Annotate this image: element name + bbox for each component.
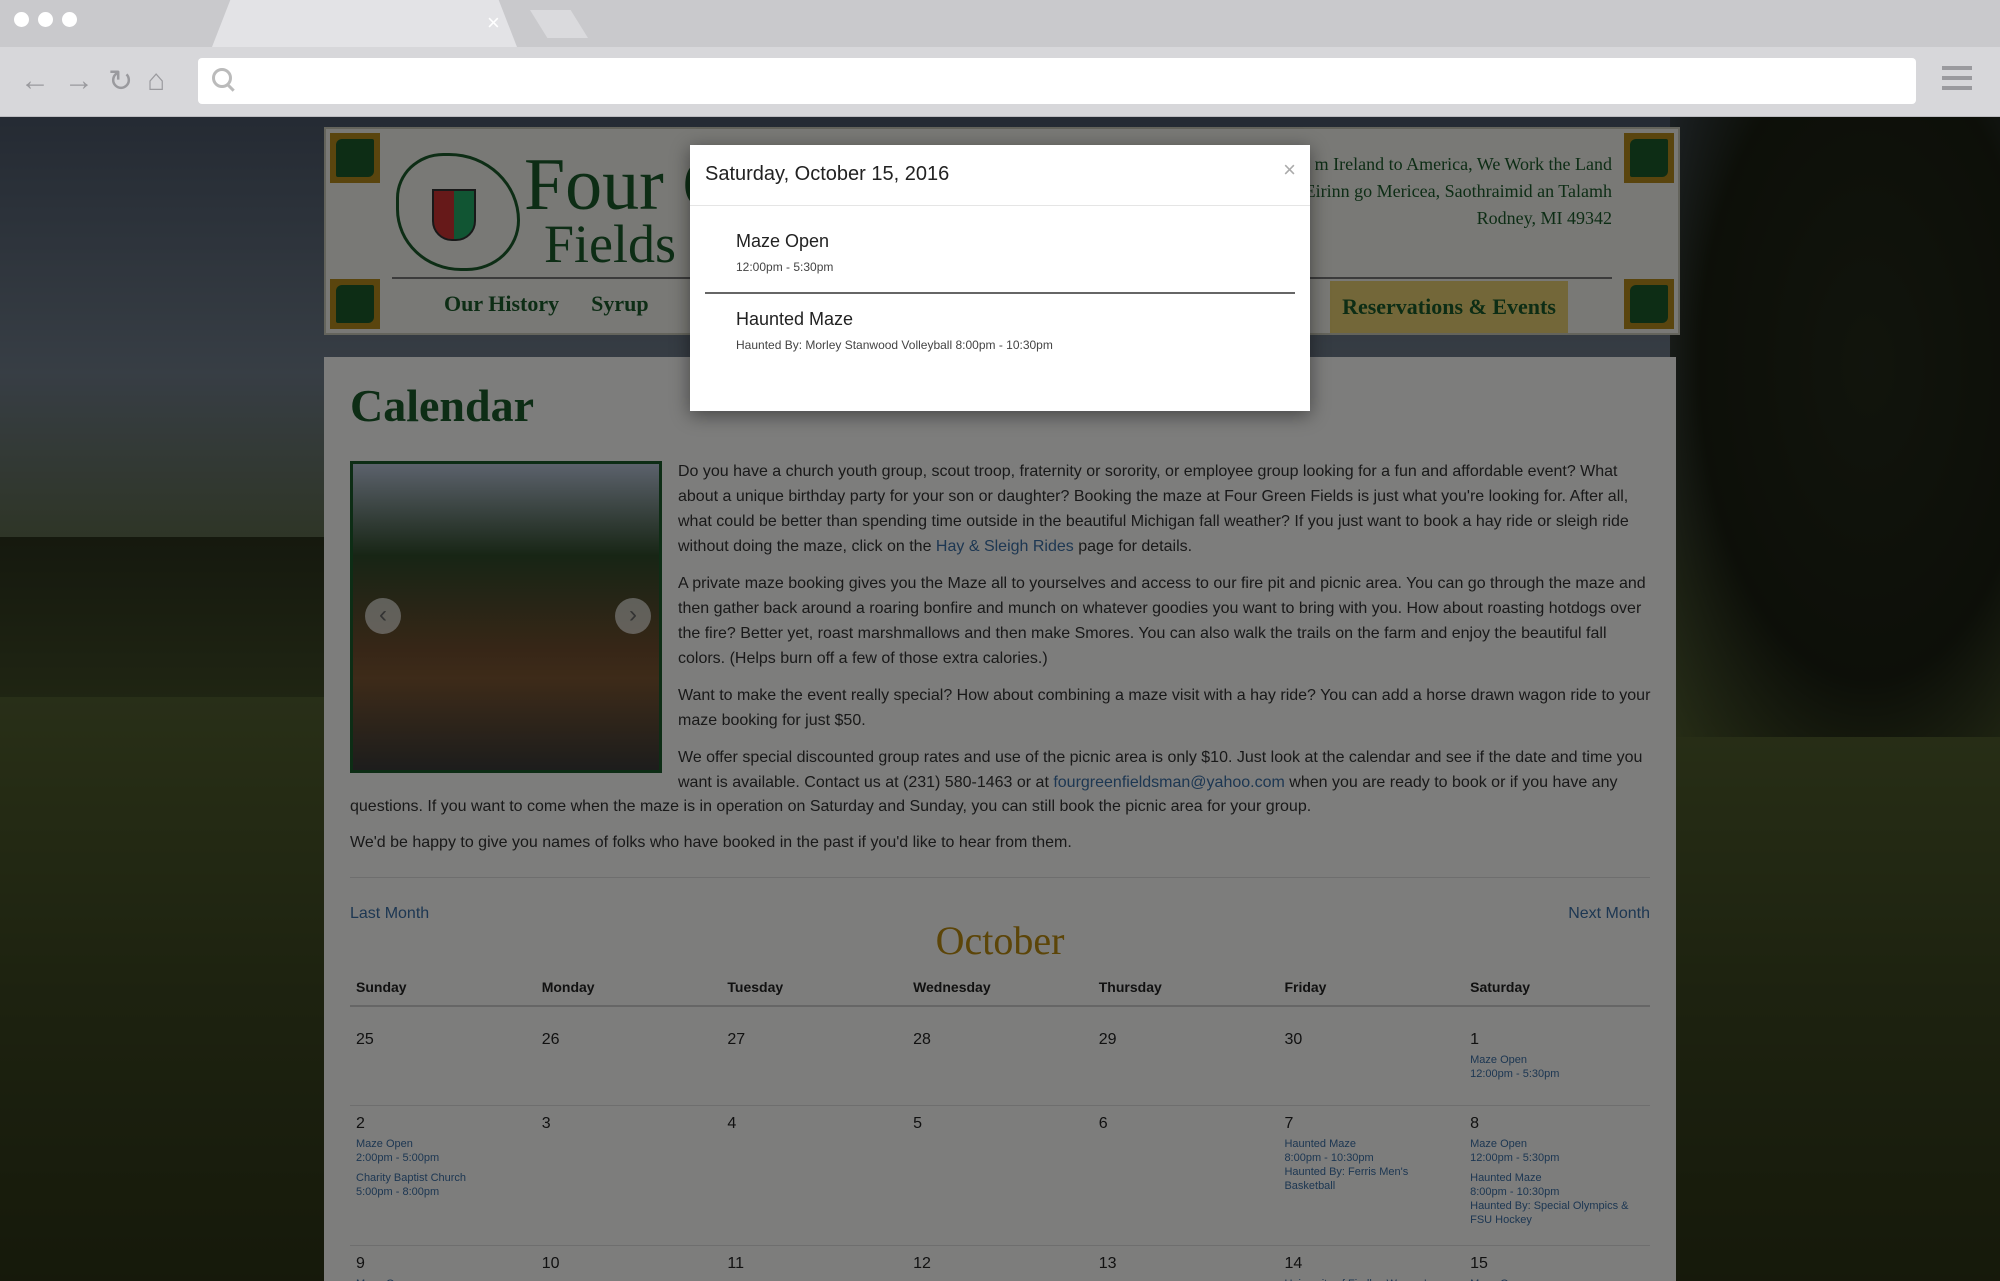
modal-event-divider [705,292,1295,294]
back-arrow-icon[interactable]: ← [20,64,50,99]
modal-title: Saturday, October 15, 2016 [705,163,950,185]
forward-arrow-icon[interactable]: → [64,64,94,99]
address-bar[interactable] [198,58,1916,104]
day-events-modal: Saturday, October 15, 2016 × Maze Open 1… [690,145,1310,411]
minimize-window-dot[interactable] [38,12,53,27]
home-icon[interactable]: ⌂ [147,64,165,99]
close-window-dot[interactable] [14,12,29,27]
new-tab-button[interactable] [530,10,588,38]
active-tab[interactable] [212,0,517,47]
event-time: 12:00pm - 5:30pm [736,260,834,274]
browser-chrome: × ← → ↻ ⌂ [0,0,2000,117]
tab-close-icon[interactable]: × [487,12,500,34]
event-name: Haunted Maze [736,309,854,329]
browser-nav-buttons: ← → ↻ ⌂ [20,64,165,99]
modal-header: Saturday, October 15, 2016 × [690,145,1310,206]
modal-event-item[interactable]: Maze Open 12:00pm - 5:30pm [736,231,833,274]
window-controls[interactable] [14,12,77,27]
maximize-window-dot[interactable] [62,12,77,27]
close-icon[interactable]: × [1283,157,1296,183]
event-name: Maze Open [736,231,830,251]
browser-menu-icon[interactable] [1942,66,1972,96]
search-icon [212,68,232,88]
modal-event-item[interactable]: Haunted Maze Haunted By: Morley Stanwood… [736,309,1053,352]
tab-strip: × [0,0,2000,47]
event-details: Haunted By: Morley Stanwood Volleyball 8… [736,338,1053,352]
reload-icon[interactable]: ↻ [108,64,133,99]
